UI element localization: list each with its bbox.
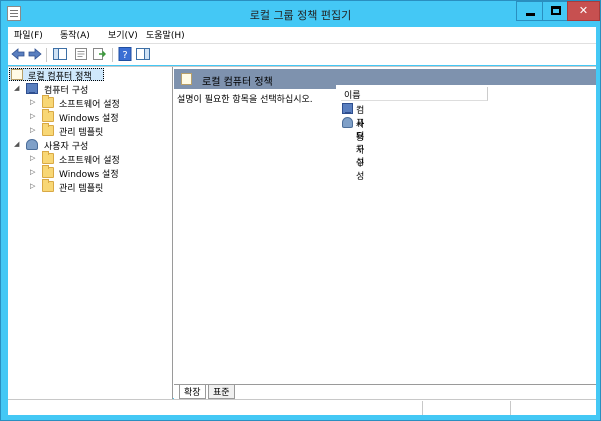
app-window: 로컬 그룹 정책 편집기 ✕ 파일(F) 동작(A) 보기(V) 도움말(H) … — [0, 0, 601, 421]
column-header-label: 이름 — [344, 91, 361, 101]
tree-user-label: 사용자 구성 — [44, 142, 89, 152]
expand-arrow-icon[interactable]: ▷ — [30, 126, 35, 134]
forward-icon[interactable] — [28, 47, 42, 61]
folder-icon — [42, 95, 54, 108]
menu-bar: 파일(F) 동작(A) 보기(V) 도움말(H) — [8, 27, 596, 43]
expand-arrow-icon[interactable]: ▷ — [30, 154, 35, 162]
toolbar-separator — [112, 48, 113, 62]
expand-arrow-icon[interactable]: ▷ — [30, 182, 35, 190]
status-divider — [510, 401, 511, 415]
collapse-arrow-icon[interactable]: ◢ — [14, 140, 19, 148]
svg-text:?: ? — [122, 50, 127, 61]
column-header-name[interactable]: 이름 — [341, 87, 488, 101]
status-divider — [422, 401, 423, 415]
tree-item-label: 관리 템플릿 — [59, 184, 104, 194]
menu-help[interactable]: 도움말(H) — [146, 28, 185, 41]
expand-arrow-icon[interactable]: ▷ — [30, 168, 35, 176]
properties-icon[interactable] — [74, 47, 88, 61]
maximize-icon — [551, 6, 561, 15]
details-header-title: 로컬 컴퓨터 정책 — [202, 77, 273, 88]
tree-pane[interactable]: 로컬 컴퓨터 정책 ◢ 컴퓨터 구성 ▷ 소프트웨어 설정 ▷ Windows … — [8, 67, 173, 399]
status-bar — [8, 399, 596, 415]
details-pane: 로컬 컴퓨터 정책 설명이 필요한 항목을 선택하십시오. 이름 컴퓨터 구성 … — [174, 67, 596, 399]
user-icon — [26, 139, 38, 150]
show-hide-tree-icon[interactable] — [53, 47, 67, 61]
folder-icon — [42, 165, 54, 178]
tree-item-label: 관리 템플릿 — [59, 128, 104, 138]
title-bar[interactable]: 로컬 그룹 정책 편집기 ✕ — [1, 1, 600, 27]
folder-icon — [42, 123, 54, 136]
tree-item-label: Windows 설정 — [59, 170, 119, 180]
minimize-button[interactable] — [516, 1, 543, 21]
help-icon[interactable]: ? — [118, 47, 132, 61]
item-list[interactable]: 이름 컴퓨터 구성 사용자 구성 — [336, 85, 596, 385]
close-button[interactable]: ✕ — [567, 1, 600, 21]
menu-file[interactable]: 파일(F) — [14, 28, 43, 41]
description-text: 설명이 필요한 항목을 선택하십시오. — [177, 95, 313, 105]
view-tabs: 확장 표준 — [174, 384, 596, 399]
close-icon: ✕ — [578, 4, 589, 17]
policy-document-icon — [181, 73, 192, 85]
menu-action[interactable]: 동작(A) — [60, 28, 90, 41]
user-icon — [342, 117, 353, 128]
main-content: 로컬 컴퓨터 정책 ◢ 컴퓨터 구성 ▷ 소프트웨어 설정 ▷ Windows … — [8, 66, 596, 399]
policy-document-icon — [11, 69, 23, 80]
collapse-arrow-icon[interactable]: ◢ — [14, 84, 19, 92]
tab-extended[interactable]: 확장 — [179, 385, 206, 399]
window-title: 로컬 그룹 정책 편집기 — [249, 9, 352, 22]
computer-icon — [26, 83, 38, 94]
computer-icon — [342, 103, 353, 114]
tab-standard[interactable]: 표준 — [208, 385, 235, 399]
tree-item-label: 소프트웨어 설정 — [59, 100, 120, 110]
menu-view[interactable]: 보기(V) — [108, 28, 138, 41]
minimize-icon — [526, 13, 535, 16]
toolbar: ? — [8, 43, 596, 65]
back-icon[interactable] — [11, 47, 25, 61]
list-item-label: 사용자 구성 — [356, 120, 365, 182]
folder-icon — [42, 151, 54, 164]
tree-computer-label: 컴퓨터 구성 — [44, 86, 89, 96]
folder-icon — [42, 109, 54, 122]
tree-item-label: Windows 설정 — [59, 114, 119, 124]
export-list-icon[interactable] — [92, 47, 106, 61]
show-hide-action-pane-icon[interactable] — [136, 47, 150, 61]
toolbar-separator — [46, 48, 47, 62]
expand-arrow-icon[interactable]: ▷ — [30, 112, 35, 120]
tree-item-label: 소프트웨어 설정 — [59, 156, 120, 166]
expand-arrow-icon[interactable]: ▷ — [30, 98, 35, 106]
tree-root-label: 로컬 컴퓨터 정책 — [28, 72, 92, 82]
folder-icon — [42, 179, 54, 192]
maximize-button[interactable] — [542, 1, 568, 21]
